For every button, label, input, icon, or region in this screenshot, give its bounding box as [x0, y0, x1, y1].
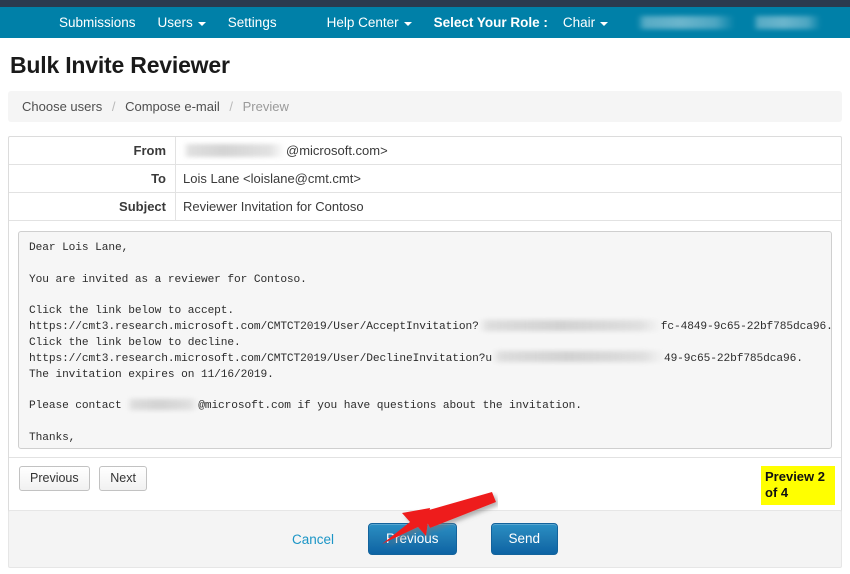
redacted-accept-token: [478, 319, 661, 331]
preview-next-button[interactable]: Next: [99, 466, 147, 491]
body-accept-url-prefix: https://cmt3.research.microsoft.com/CMTC…: [29, 321, 479, 334]
email-field-value-subject: Reviewer Invitation for Contoso: [183, 199, 364, 214]
body-intro: You are invited as a reviewer for Contos…: [29, 273, 307, 286]
nav-item-label: Help Center: [326, 15, 399, 30]
cancel-link[interactable]: Cancel: [292, 532, 334, 547]
email-field-subject: Subject Reviewer Invitation for Contoso: [9, 193, 841, 221]
nav-item-help-center[interactable]: Help Center: [316, 7, 423, 38]
nav-item-label: Submissions: [59, 15, 136, 30]
email-preview-panel: From @microsoft.com> To Lois Lane <loisl…: [8, 136, 842, 515]
redacted-sender-address: [183, 144, 285, 157]
nav-item-label: Users: [157, 15, 193, 30]
body-decline-label: Click the link below to decline.: [29, 337, 241, 350]
nav-item-settings[interactable]: Settings: [217, 7, 288, 38]
preview-pagination-buttons: Previous Next: [19, 466, 153, 491]
top-accent-strip: [0, 0, 850, 7]
email-field-label: To: [9, 165, 176, 192]
redacted-contact-address: [128, 398, 199, 410]
email-field-to: To Lois Lane <loislane@cmt.cmt>: [9, 165, 841, 193]
email-field-label: From: [9, 137, 176, 164]
send-button[interactable]: Send: [490, 523, 559, 555]
body-expires: The invitation expires on 11/16/2019.: [29, 368, 274, 381]
redacted-user-name: [637, 16, 736, 29]
redacted-sign-out: [753, 16, 822, 29]
body-accept-label: Click the link below to accept.: [29, 305, 235, 318]
body-decline-url-prefix: https://cmt3.research.microsoft.com/CMTC…: [29, 352, 492, 365]
chevron-down-icon: [197, 21, 206, 26]
breadcrumb: Choose users / Compose e-mail / Preview: [8, 91, 842, 122]
breadcrumb-separator: /: [111, 99, 116, 114]
email-field-from: From @microsoft.com>: [9, 137, 841, 165]
nav-item-submissions[interactable]: Submissions: [48, 7, 147, 38]
select-your-role-label: Select Your Role :: [433, 15, 548, 30]
body-decline-url-suffix: 49-9c65-22bf785dca96.: [663, 352, 803, 365]
nav-item-users[interactable]: Users: [147, 7, 217, 38]
chevron-down-icon: [600, 21, 609, 26]
body-signoff: Thanks,: [29, 432, 76, 445]
nav-role-selector[interactable]: Chair: [552, 7, 619, 38]
preview-counter-badge: Preview 2 of 4: [761, 466, 835, 505]
preview-pagination-row: Previous Next Preview 2 of 4: [9, 457, 841, 514]
footer-previous-button[interactable]: Previous: [367, 523, 457, 555]
breadcrumb-step-preview: Preview: [242, 99, 289, 114]
body-contact-suffix: @microsoft.com if you have questions abo…: [198, 400, 582, 413]
nav-item-label: Settings: [227, 15, 277, 30]
email-field-value-from: @microsoft.com>: [176, 137, 388, 164]
email-body-wrapper: Dear Lois Lane, You are invited as a rev…: [9, 221, 841, 457]
chevron-down-icon: [403, 21, 412, 26]
email-field-label: Subject: [9, 193, 176, 220]
breadcrumb-step-compose-email[interactable]: Compose e-mail: [125, 99, 220, 114]
body-contact-prefix: Please contact: [29, 400, 129, 413]
page-title: Bulk Invite Reviewer: [10, 52, 230, 78]
body-accept-url-suffix: fc-4849-9c65-22bf785dca96.: [660, 321, 832, 334]
main-navbar: Submissions Users Settings Help Center S…: [0, 7, 850, 38]
breadcrumb-separator: /: [229, 99, 233, 114]
preview-previous-button[interactable]: Previous: [19, 466, 90, 491]
redacted-decline-token: [491, 351, 664, 363]
from-domain-text: @microsoft.com>: [286, 143, 388, 158]
nav-role-value: Chair: [562, 15, 596, 30]
breadcrumb-step-choose-users[interactable]: Choose users: [22, 99, 102, 114]
email-field-value-to: Lois Lane <loislane@cmt.cmt>: [183, 171, 361, 186]
form-footer: Cancel Previous Send: [8, 510, 842, 568]
body-greeting: Dear Lois Lane,: [29, 242, 129, 254]
email-body-preview: Dear Lois Lane, You are invited as a rev…: [18, 231, 832, 449]
body-team: CMT team: [29, 448, 82, 449]
